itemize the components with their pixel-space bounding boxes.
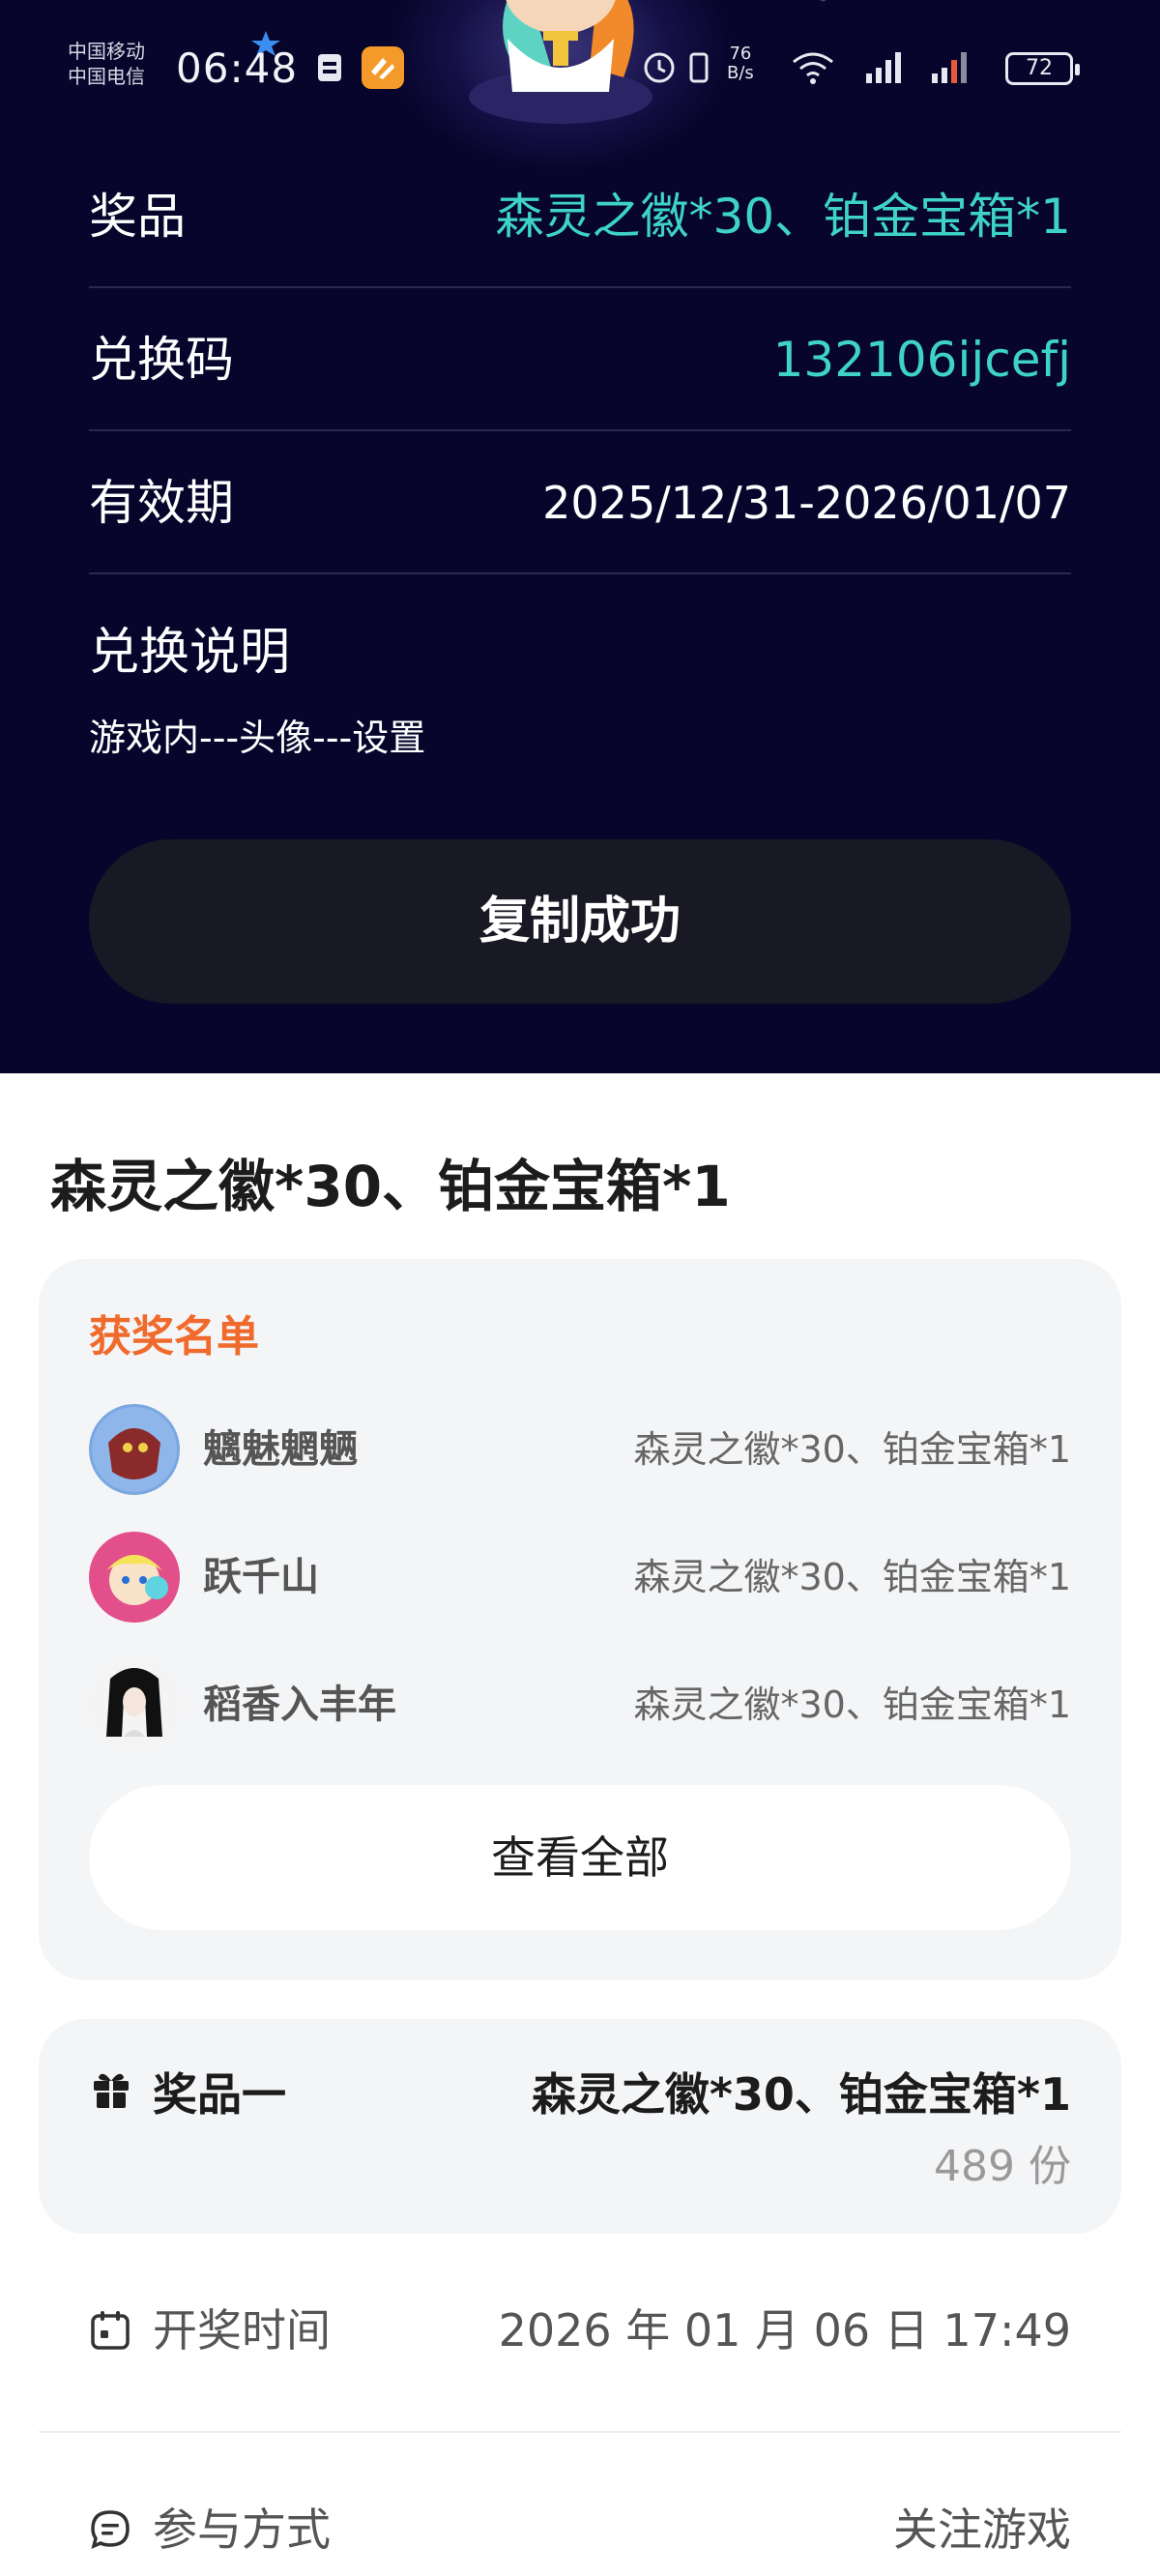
winner-name: 跃千山 [203, 1555, 319, 1599]
prize-one-count: 489 份 [934, 2142, 1071, 2191]
prize-one-label: 奖品一 [153, 2068, 286, 2121]
app-notification-icon [362, 46, 404, 89]
participation-value: 关注游戏 [893, 2503, 1071, 2556]
winners-card: 获奖名单 魑魅魍魉 森灵之徽*30、铂金宝箱*1 跃千山 森灵之徽*30、铂金宝… [39, 1259, 1121, 1980]
redeem-code[interactable]: 132106ijcefj [773, 288, 1071, 431]
status-bar: 中国移动 中国电信 06:48 76 B/s 72 [0, 31, 1160, 97]
wifi-icon [793, 52, 833, 84]
divider [39, 2431, 1121, 2433]
winner-prize: 森灵之徽*30、铂金宝箱*1 [633, 1683, 1071, 1726]
prize-title: 森灵之徽*30、铂金宝箱*1 [50, 1154, 731, 1219]
avatar [89, 1532, 180, 1623]
prize-label: 奖品 [89, 189, 186, 245]
network-speed-value: 76 [729, 44, 752, 64]
signal-icon-2 [932, 52, 967, 83]
vibrate-icon [689, 52, 709, 83]
gift-icon [94, 2073, 129, 2108]
draw-time-value: 2026 年 01 月 06 日 17:49 [498, 2304, 1071, 2356]
network-speed-unit: B/s [727, 63, 754, 83]
avatar [89, 1404, 180, 1495]
carrier-labels: 中国移动 中国电信 [68, 39, 145, 89]
network-speed: 76 B/s [727, 44, 754, 83]
instructions-title: 兑换说明 [89, 624, 291, 682]
winner-name: 魑魅魍魉 [203, 1427, 358, 1472]
winners-title: 获奖名单 [89, 1312, 259, 1361]
participation-label: 参与方式 [153, 2503, 331, 2556]
notification-app-icon [318, 54, 341, 81]
prize-one-value: 森灵之徽*30、铂金宝箱*1 [531, 2068, 1071, 2121]
code-row: 兑换码 132106ijcefj [89, 288, 1071, 431]
prize-row: 奖品 森灵之徽*30、铂金宝箱*1 [89, 145, 1071, 288]
validity-label: 有效期 [89, 475, 234, 531]
draw-time-label: 开奖时间 [153, 2304, 331, 2356]
validity-value: 2025/12/31-2026/01/07 [542, 477, 1071, 529]
winner-row[interactable]: 跃千山 森灵之徽*30、铂金宝箱*1 [89, 1532, 1071, 1623]
status-time: 06:48 [176, 44, 299, 92]
chat-icon [91, 2510, 130, 2549]
winner-row[interactable]: 稻香入丰年 森灵之徽*30、铂金宝箱*1 [89, 1659, 1071, 1750]
code-label: 兑换码 [89, 332, 234, 388]
participation-row[interactable]: 参与方式 关注游戏 [89, 2491, 1071, 2568]
winner-prize: 森灵之徽*30、铂金宝箱*1 [633, 1428, 1071, 1471]
winner-row[interactable]: 魑魅魍魉 森灵之徽*30、铂金宝箱*1 [89, 1404, 1071, 1495]
draw-time-row: 开奖时间 2026 年 01 月 06 日 17:49 [89, 2292, 1071, 2369]
alarm-icon [644, 52, 675, 83]
prize-one-card: 奖品一 森灵之徽*30、铂金宝箱*1 489 份 [39, 2019, 1121, 2234]
instructions-text: 游戏内---头像---设置 [89, 717, 426, 759]
carrier-2: 中国电信 [68, 65, 145, 88]
prize-value: 森灵之徽*30、铂金宝箱*1 [495, 189, 1071, 245]
decorative-streak [817, 0, 894, 4]
copy-button[interactable]: 复制成功 [89, 839, 1071, 1004]
battery-indicator: 72 [1005, 52, 1080, 85]
winner-prize: 森灵之徽*30、铂金宝箱*1 [633, 1556, 1071, 1598]
validity-row: 有效期 2025/12/31-2026/01/07 [89, 431, 1071, 574]
avatar [89, 1659, 180, 1750]
view-all-button[interactable]: 查看全部 [89, 1785, 1071, 1930]
winner-name: 稻香入丰年 [203, 1683, 396, 1727]
calendar-icon [91, 2311, 130, 2350]
signal-icon-1 [866, 52, 901, 83]
carrier-1: 中国移动 [68, 40, 145, 63]
